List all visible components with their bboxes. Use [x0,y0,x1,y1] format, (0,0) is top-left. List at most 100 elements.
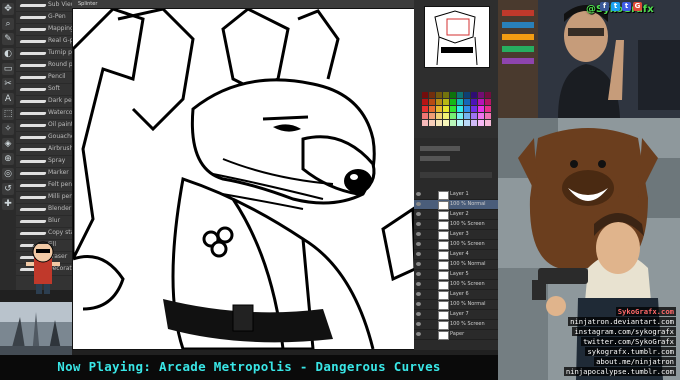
visibility-icon[interactable] [416,292,421,296]
layer-row[interactable]: Paper [414,330,498,340]
color-swatch[interactable] [429,92,435,98]
visibility-icon[interactable] [416,272,421,276]
color-swatch[interactable] [464,113,470,119]
color-swatch[interactable] [464,92,470,98]
tool-button[interactable]: ◈ [2,138,14,150]
tool-button[interactable]: ✥ [2,3,14,15]
color-swatch[interactable] [457,99,463,105]
visibility-icon[interactable] [416,232,421,236]
visibility-icon[interactable] [416,212,421,216]
brush-item[interactable]: Sub View [16,0,72,12]
layer-row[interactable]: 100 % Screen [414,280,498,290]
brush-item[interactable]: Turnip pen [16,48,72,60]
visibility-icon[interactable] [416,242,421,246]
tool-button[interactable]: ✚ [2,198,14,210]
color-swatch[interactable] [457,113,463,119]
visibility-icon[interactable] [416,332,421,336]
visibility-icon[interactable] [416,322,421,326]
color-swatch[interactable] [422,113,428,119]
tool-button[interactable]: ✧ [2,123,14,135]
color-swatch[interactable] [478,113,484,119]
color-swatch[interactable] [471,113,477,119]
color-swatch[interactable] [450,120,456,126]
navigator-preview[interactable] [424,6,490,68]
brush-item[interactable]: Spray [16,156,72,168]
visibility-icon[interactable] [416,312,421,316]
color-swatch[interactable] [485,113,491,119]
color-swatch[interactable] [485,99,491,105]
brush-item[interactable]: Round pen [16,60,72,72]
brush-item[interactable]: Felt pen [16,180,72,192]
color-swatch[interactable] [464,99,470,105]
layer-row[interactable]: Layer 7 [414,310,498,320]
visibility-icon[interactable] [416,192,421,196]
color-swatch-grid[interactable] [422,92,491,128]
color-swatch[interactable] [485,106,491,112]
color-swatch[interactable] [443,106,449,112]
layer-row[interactable]: Layer 3 [414,230,498,240]
layer-row[interactable]: Layer 6 [414,290,498,300]
layer-row[interactable]: Layer 1 [414,190,498,200]
color-swatch[interactable] [443,92,449,98]
brush-item[interactable]: G-Pen [16,12,72,24]
brush-item[interactable]: Blur [16,216,72,228]
color-swatch[interactable] [436,92,442,98]
layer-row[interactable]: 100 % Normal [414,260,498,270]
tool-button[interactable]: ✎ [2,33,14,45]
color-swatch[interactable] [436,106,442,112]
brush-item[interactable]: Pencil [16,72,72,84]
color-swatch[interactable] [464,106,470,112]
brush-item[interactable]: Blender [16,204,72,216]
visibility-icon[interactable] [416,202,421,206]
color-swatch[interactable] [471,99,477,105]
visibility-icon[interactable] [416,252,421,256]
layer-row[interactable]: Layer 2 [414,210,498,220]
drawing-canvas[interactable] [72,8,416,350]
color-swatch[interactable] [485,92,491,98]
layer-row[interactable]: Layer 5 [414,270,498,280]
tool-button[interactable]: ↺ [2,183,14,195]
brush-item[interactable]: Gouache [16,132,72,144]
tool-button[interactable]: ⌕ [2,18,14,30]
color-swatch[interactable] [429,120,435,126]
color-swatch[interactable] [478,106,484,112]
blend-mode-select[interactable] [420,146,460,151]
layer-row[interactable]: 100 % Normal [414,300,498,310]
color-swatch[interactable] [443,113,449,119]
color-swatch[interactable] [450,92,456,98]
visibility-icon[interactable] [416,282,421,286]
brush-item[interactable]: Milli pen [16,192,72,204]
color-swatch[interactable] [429,113,435,119]
color-swatch[interactable] [457,120,463,126]
brush-item[interactable]: Marker [16,168,72,180]
brush-item[interactable]: Dark pencil [16,96,72,108]
tool-button[interactable]: ✂ [2,78,14,90]
brush-item[interactable]: Mapping Pen [16,24,72,36]
layer-row[interactable]: 100 % Screen [414,220,498,230]
tool-button[interactable]: ◎ [2,168,14,180]
layer-row[interactable]: Layer 4 [414,250,498,260]
tool-button[interactable]: ◐ [2,48,14,60]
color-swatch[interactable] [478,99,484,105]
color-swatch[interactable] [450,99,456,105]
brush-item[interactable]: Real G-pen [16,36,72,48]
visibility-icon[interactable] [416,262,421,266]
color-swatch[interactable] [464,120,470,126]
color-swatch[interactable] [436,120,442,126]
layer-row[interactable]: 100 % Screen [414,240,498,250]
brush-item[interactable]: Watercolor [16,108,72,120]
tool-button[interactable]: ⬚ [2,108,14,120]
color-swatch[interactable] [471,106,477,112]
color-swatch[interactable] [457,106,463,112]
color-swatch[interactable] [471,120,477,126]
color-swatch[interactable] [443,120,449,126]
visibility-icon[interactable] [416,222,421,226]
color-swatch[interactable] [422,99,428,105]
tool-button[interactable]: ⊕ [2,153,14,165]
color-swatch[interactable] [429,106,435,112]
color-swatch[interactable] [443,99,449,105]
brush-item[interactable]: Airbrush [16,144,72,156]
color-swatch[interactable] [422,106,428,112]
color-swatch[interactable] [422,120,428,126]
color-swatch[interactable] [478,92,484,98]
